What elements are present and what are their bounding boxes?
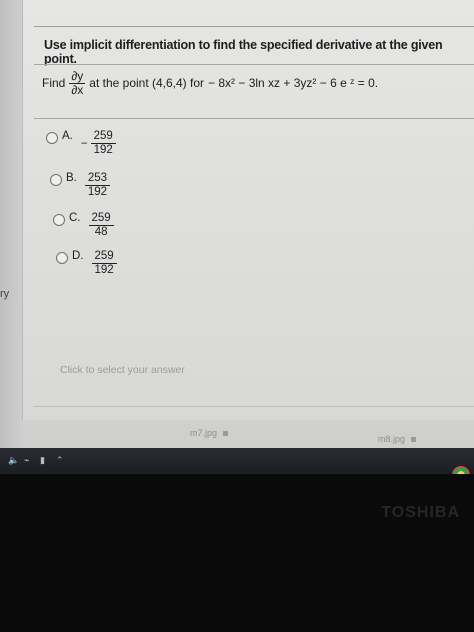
- answer-option-d[interactable]: D. 259 192: [56, 250, 117, 277]
- divider: [34, 118, 474, 119]
- numerator: 259: [91, 250, 117, 265]
- divider: [34, 406, 474, 407]
- option-letter: A.: [62, 130, 73, 142]
- answer-fraction: 259 48: [88, 212, 114, 239]
- divider: [34, 26, 474, 27]
- volume-icon[interactable]: 🔈: [8, 455, 19, 465]
- option-letter: C.: [69, 212, 81, 224]
- denominator: 192: [87, 186, 108, 199]
- at-point-text: at the point (4,6,4) for: [89, 76, 205, 91]
- laptop-bezel: [0, 474, 474, 632]
- denominator: 192: [94, 264, 114, 277]
- select-answer-hint: Click to select your answer: [60, 364, 185, 376]
- sidebar-cut-text: ry: [0, 288, 10, 300]
- radio-button[interactable]: [56, 252, 68, 264]
- download-filename: m7.jpg: [190, 428, 218, 438]
- numerator: 253: [84, 172, 111, 187]
- equation-text: − 8x² − 3ln xz + 3yz² − 6 e ᶻ = 0.: [208, 76, 379, 91]
- system-tray: 🔈 ⌁ ▮ ⌃: [8, 455, 64, 465]
- derivative-denominator: ∂x: [71, 82, 84, 97]
- answer-option-c[interactable]: C. 259 48: [53, 212, 114, 239]
- option-letter: B.: [66, 172, 77, 184]
- download-item[interactable]: m8.jpg: [378, 434, 417, 444]
- numerator: 259: [90, 130, 116, 145]
- network-icon[interactable]: ⌁: [24, 455, 32, 465]
- numerator: 259: [88, 212, 114, 227]
- battery-icon[interactable]: ▮: [40, 455, 48, 465]
- option-letter: D.: [72, 250, 84, 262]
- answer-option-a[interactable]: A. − 259 192: [46, 130, 116, 157]
- find-label: Find: [42, 76, 66, 91]
- download-filename: m8.jpg: [378, 434, 406, 444]
- radio-button[interactable]: [53, 214, 65, 226]
- chevron-up-icon[interactable]: ⌃: [56, 455, 64, 465]
- answer-fraction: 253 192: [84, 172, 111, 199]
- left-sidebar: [0, 0, 22, 448]
- negative-sign: −: [80, 138, 88, 150]
- taskbar: 🔈 ⌁ ▮ ⌃: [0, 448, 474, 474]
- screen: ry Use implicit differentiation to find …: [0, 0, 474, 448]
- answer-fraction: 259 192: [90, 130, 116, 157]
- denominator: 192: [93, 144, 113, 157]
- divider: [34, 64, 474, 65]
- question-prompt: Use implicit differentiation to find the…: [44, 38, 443, 66]
- denominator: 48: [94, 226, 108, 239]
- radio-button[interactable]: [50, 174, 62, 186]
- answer-fraction: 259 192: [91, 250, 117, 277]
- find-statement: Find ∂y ∂x at the point (4,6,4) for − 8x…: [42, 70, 378, 96]
- answer-option-b[interactable]: B. 253 192: [50, 172, 111, 199]
- download-menu-icon[interactable]: [223, 431, 229, 437]
- download-item[interactable]: m7.jpg: [190, 428, 229, 438]
- derivative-numerator: ∂y: [69, 69, 86, 84]
- radio-button[interactable]: [46, 132, 58, 144]
- derivative-fraction: ∂y ∂x: [69, 69, 86, 97]
- brand-logo: TOSHIBA: [381, 504, 460, 521]
- download-menu-icon[interactable]: [411, 437, 417, 443]
